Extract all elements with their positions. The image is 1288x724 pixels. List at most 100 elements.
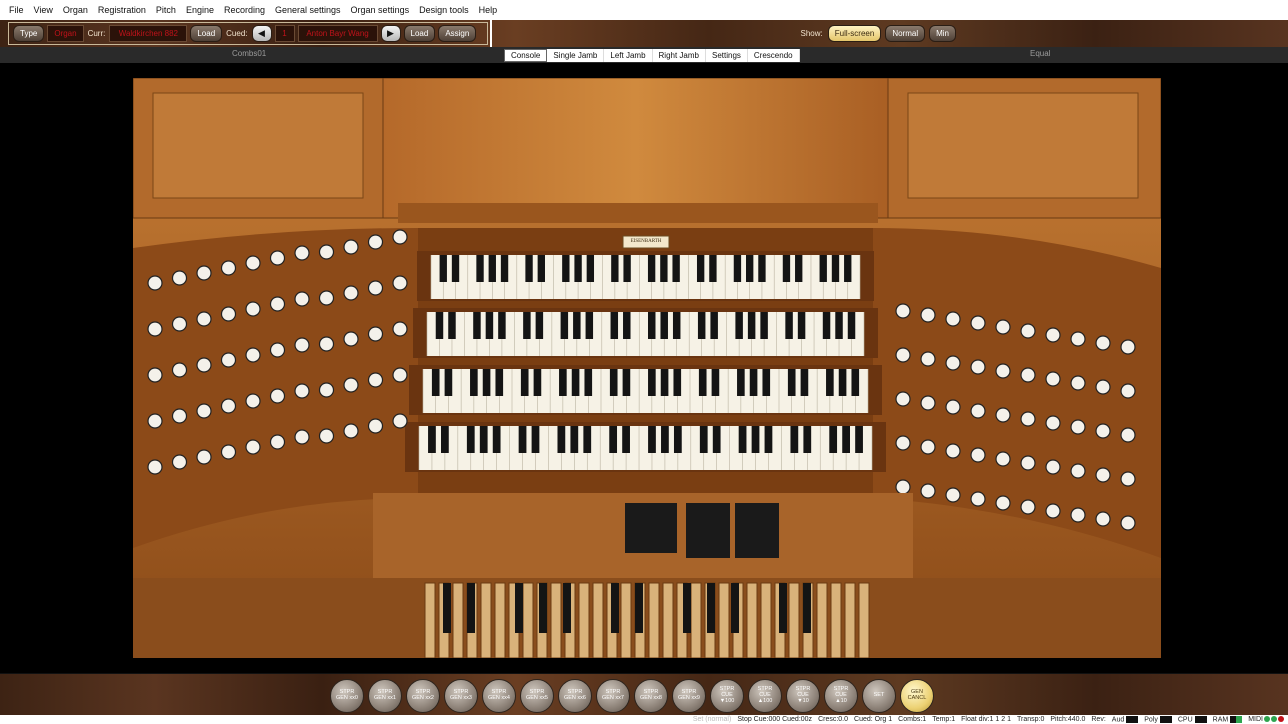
piston-button[interactable]: STPR CUE ▲10	[824, 679, 858, 713]
stop-knob[interactable]	[970, 447, 986, 463]
stop-knob[interactable]	[196, 265, 212, 281]
stop-knob[interactable]	[1095, 335, 1111, 351]
stop-knob[interactable]	[367, 372, 384, 388]
stop-knob[interactable]	[171, 362, 188, 378]
pedal-key[interactable]	[731, 583, 739, 633]
menu-organ-settings[interactable]: Organ settings	[346, 5, 415, 15]
stop-knob[interactable]	[945, 399, 961, 415]
pedal-key[interactable]	[830, 582, 842, 658]
pedal-key[interactable]	[452, 582, 464, 658]
cued-next-icon[interactable]: ▶	[380, 25, 401, 42]
stop-knob[interactable]	[220, 306, 237, 322]
stop-knob[interactable]	[895, 479, 911, 495]
stop-knob[interactable]	[269, 434, 286, 450]
stop-knob[interactable]	[1095, 467, 1111, 483]
pedal-key[interactable]	[424, 582, 436, 658]
cued-prev-icon[interactable]: ◀	[251, 25, 272, 42]
stop-knob[interactable]	[920, 439, 936, 455]
pedal-key[interactable]	[779, 583, 787, 633]
stop-knob[interactable]	[1070, 419, 1086, 435]
pedal-key[interactable]	[578, 582, 590, 658]
pedal-key[interactable]	[718, 582, 730, 658]
piston-button[interactable]: STPR GEN xx6	[558, 679, 592, 713]
stop-knob[interactable]	[294, 337, 310, 353]
stop-knob[interactable]	[318, 382, 335, 398]
tab-crescendo[interactable]: Crescendo	[748, 49, 800, 62]
stop-knob[interactable]	[1120, 383, 1136, 399]
stop-knob[interactable]	[294, 429, 310, 445]
menu-engine[interactable]: Engine	[181, 5, 219, 15]
stop-knob[interactable]	[196, 403, 212, 419]
pedal-key[interactable]	[760, 582, 772, 658]
stop-knob[interactable]	[318, 244, 335, 260]
stop-knob[interactable]	[970, 359, 986, 375]
pedal-key[interactable]	[635, 583, 643, 633]
tab-console[interactable]: Console	[504, 49, 548, 62]
stop-knob[interactable]	[945, 311, 961, 327]
current-organ-field[interactable]: Waldkirchen 882	[109, 25, 188, 42]
stop-knob[interactable]	[1045, 327, 1061, 343]
stop-knob[interactable]	[220, 398, 237, 414]
menu-organ[interactable]: Organ	[58, 5, 93, 15]
stop-knob[interactable]	[895, 347, 911, 363]
stop-knob[interactable]	[245, 301, 261, 317]
stop-knob[interactable]	[294, 383, 310, 399]
pedal-key[interactable]	[620, 582, 632, 658]
stop-knob[interactable]	[970, 315, 986, 331]
stop-knob[interactable]	[895, 303, 911, 319]
stop-knob[interactable]	[392, 413, 408, 429]
stop-knob[interactable]	[367, 234, 384, 250]
piston-button[interactable]: STPR GEN xx2	[406, 679, 440, 713]
menu-design-tools[interactable]: Design tools	[414, 5, 474, 15]
stop-knob[interactable]	[171, 270, 188, 286]
pedal-key[interactable]	[690, 582, 702, 658]
show-full-screen-button[interactable]: Full-screen	[827, 25, 882, 42]
tab-left-jamb[interactable]: Left Jamb	[604, 49, 653, 62]
stop-knob[interactable]	[1095, 379, 1111, 395]
stop-knob[interactable]	[343, 377, 359, 393]
show-min-button[interactable]: Min	[929, 25, 956, 42]
stop-knob[interactable]	[245, 439, 261, 455]
stop-knob[interactable]	[294, 245, 310, 261]
pedal-key[interactable]	[515, 583, 523, 633]
stop-knob[interactable]	[147, 459, 163, 475]
stop-knob[interactable]	[920, 307, 936, 323]
stop-knob[interactable]	[920, 351, 936, 367]
stop-knob[interactable]	[245, 393, 261, 409]
stop-knob[interactable]	[895, 435, 911, 451]
stop-knob[interactable]	[1070, 375, 1086, 391]
stop-knob[interactable]	[1070, 507, 1086, 523]
piston-button[interactable]: STPR GEN xx4	[482, 679, 516, 713]
stop-knob[interactable]	[318, 336, 335, 352]
load-button[interactable]: Load	[190, 25, 223, 42]
stop-knob[interactable]	[920, 395, 936, 411]
stop-knob[interactable]	[269, 296, 286, 312]
stop-knob[interactable]	[1045, 503, 1061, 519]
menu-general-settings[interactable]: General settings	[270, 5, 346, 15]
stop-knob[interactable]	[995, 495, 1011, 511]
stop-knob[interactable]	[1020, 367, 1036, 383]
stop-knob[interactable]	[171, 408, 188, 424]
stop-knob[interactable]	[945, 355, 961, 371]
stop-knob[interactable]	[392, 367, 408, 383]
stop-knob[interactable]	[171, 316, 188, 332]
stop-knob[interactable]	[970, 491, 986, 507]
stop-knob[interactable]	[945, 443, 961, 459]
pedal-key[interactable]	[443, 583, 451, 633]
menu-registration[interactable]: Registration	[93, 5, 151, 15]
piston-button[interactable]: STPR GEN xx1	[368, 679, 402, 713]
stop-knob[interactable]	[995, 319, 1011, 335]
stop-knob[interactable]	[1020, 499, 1036, 515]
pedal-key[interactable]	[480, 582, 492, 658]
pedal-key[interactable]	[707, 583, 715, 633]
stop-knob[interactable]	[318, 290, 335, 306]
stop-knob[interactable]	[1095, 511, 1111, 527]
tab-single-jamb[interactable]: Single Jamb	[547, 49, 605, 62]
stop-knob[interactable]	[1120, 471, 1136, 487]
stop-knob[interactable]	[245, 347, 261, 363]
stop-knob[interactable]	[1070, 463, 1086, 479]
pedal-key[interactable]	[592, 582, 604, 658]
piston-button[interactable]: STPR GEN xx9	[672, 679, 706, 713]
stop-knob[interactable]	[1020, 411, 1036, 427]
pedal-key[interactable]	[467, 583, 475, 633]
